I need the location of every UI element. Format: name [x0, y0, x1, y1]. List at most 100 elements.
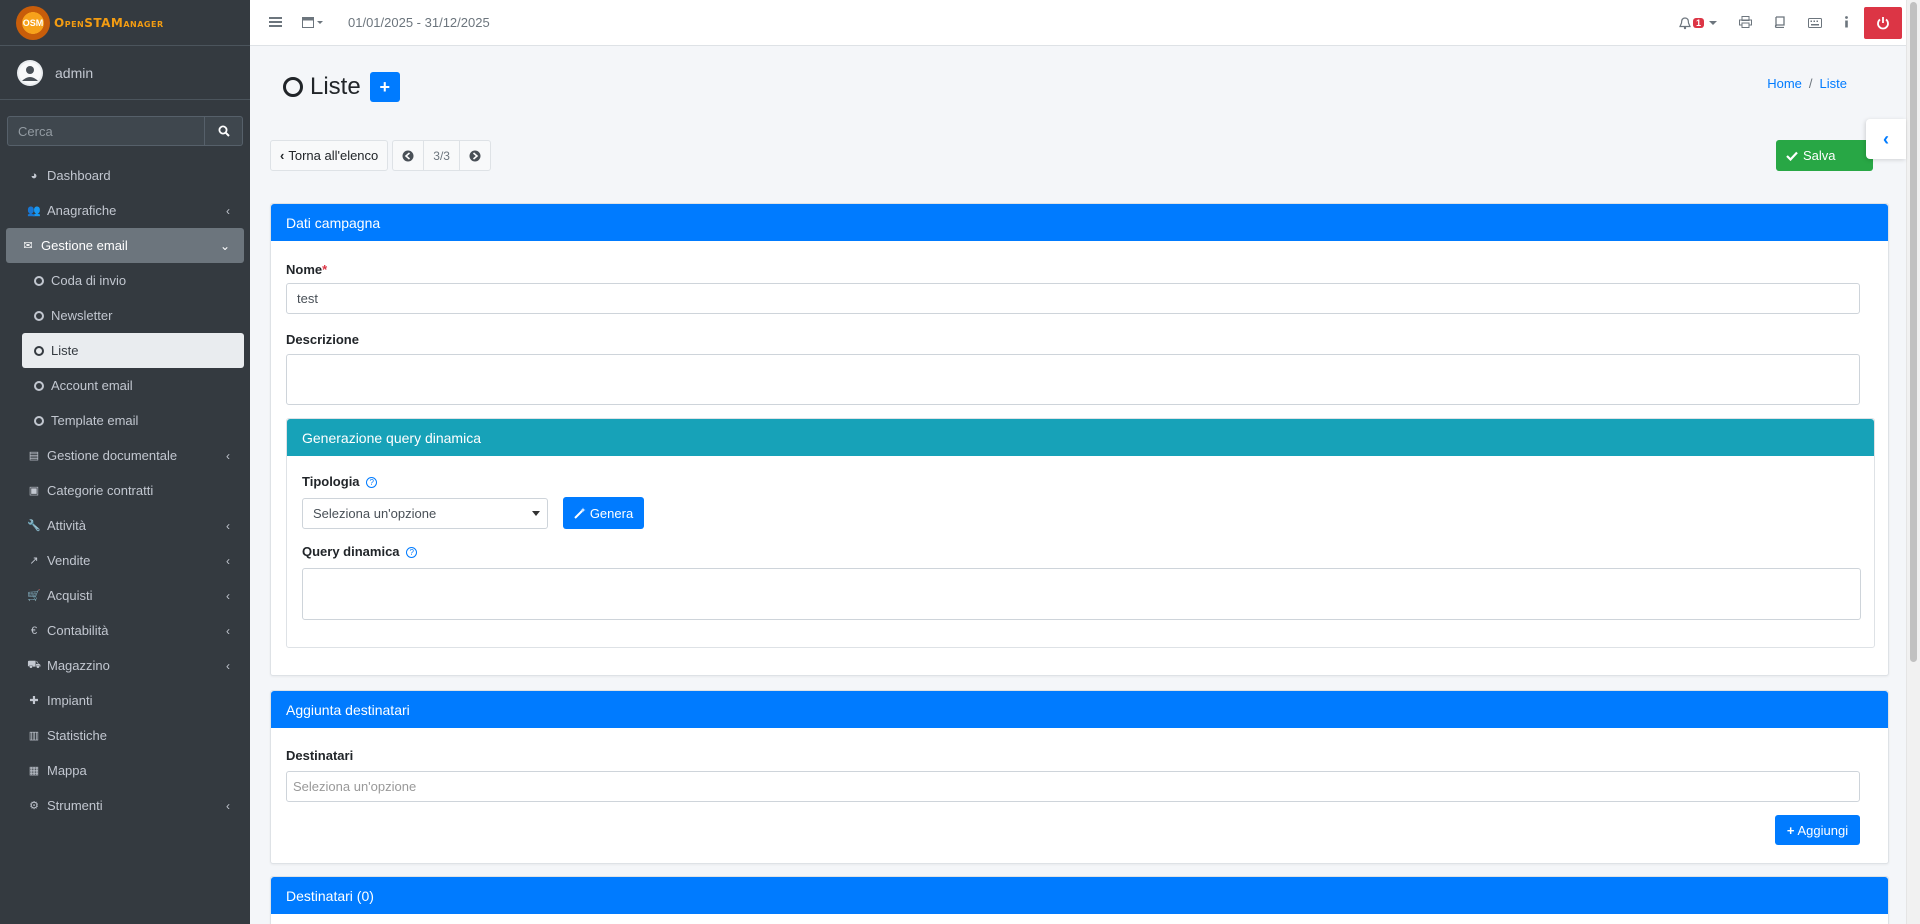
sidebar-item-newsletter[interactable]: Newsletter	[22, 298, 244, 333]
brand-name: OpenSTAManager	[54, 15, 164, 30]
chart-line-icon: ↗	[29, 555, 39, 567]
destinatari-select[interactable]: Seleziona un'opzione	[286, 771, 1860, 802]
sidebar-item-liste[interactable]: Liste	[22, 333, 244, 368]
card-header-destinatari-list: Destinatari (0)	[271, 877, 1888, 914]
avatar	[17, 59, 43, 86]
chevron-left-icon: ‹	[226, 448, 230, 463]
next-record-button[interactable]	[458, 140, 491, 171]
chevron-left-icon: ‹	[226, 203, 230, 218]
nome-field[interactable]: test	[286, 283, 1860, 314]
sidebar-item-vendite[interactable]: ↗ Vendite ‹	[6, 543, 244, 578]
page-scrollbar[interactable]	[1906, 0, 1920, 924]
sidebar-search	[7, 116, 243, 146]
card-query-dinamica: Generazione query dinamica Tipologia ? S…	[286, 418, 1875, 648]
save-button[interactable]: Salva	[1776, 140, 1873, 171]
circle-icon	[34, 380, 44, 391]
help-icon[interactable]: ?	[406, 547, 418, 559]
record-toolbar: ‹ Torna all'elenco 3/3	[270, 140, 491, 171]
card-destinatari-list: Destinatari (0)	[270, 876, 1889, 924]
circle-icon	[34, 275, 44, 286]
tipologia-select[interactable]: Seleziona un'opzione	[302, 498, 548, 529]
book-icon[interactable]	[1774, 15, 1786, 31]
sidebar-item-statistiche[interactable]: ▥ Statistiche	[6, 718, 244, 753]
previous-record-button[interactable]	[392, 140, 424, 171]
sidebar: OSM OpenSTAManager admin ◕Dashboard 👥Ana…	[0, 0, 250, 924]
scrollbar-thumb[interactable]	[1910, 2, 1917, 662]
help-icon[interactable]: ?	[366, 477, 378, 489]
card-header-query-dinamica: Generazione query dinamica	[287, 419, 1874, 456]
keyboard-icon[interactable]	[1808, 16, 1822, 31]
breadcrumb: Home / Liste	[1767, 76, 1847, 91]
chevron-left-icon: ‹	[226, 518, 230, 533]
notifications-badge: 1	[1692, 18, 1704, 28]
chevron-left-icon: ‹	[226, 658, 230, 673]
wrench-icon: 🔧	[27, 520, 41, 532]
aggiungi-button[interactable]: + Aggiungi	[1775, 815, 1860, 845]
genera-button[interactable]: Genera	[563, 497, 644, 529]
circle-icon	[283, 77, 303, 97]
caret-down-icon	[1709, 21, 1717, 25]
card-dati-campagna: Dati campagna Nome* test Descrizione Gen…	[270, 203, 1889, 676]
hamburger-menu-icon[interactable]	[269, 15, 282, 31]
breadcrumb-current[interactable]: Liste	[1820, 76, 1847, 91]
notifications-button[interactable]: 1	[1679, 16, 1717, 30]
calendar-dropdown-icon[interactable]	[302, 15, 324, 31]
sidebar-item-account-email[interactable]: Account email	[22, 368, 244, 403]
chevron-left-icon: ‹	[1883, 128, 1889, 149]
card-header-dati-campagna: Dati campagna	[271, 204, 1888, 241]
logo-gear-icon: OSM	[16, 5, 50, 40]
chevron-down-icon: ⌄	[219, 238, 230, 253]
sidebar-item-dashboard[interactable]: ◕ Dashboard	[6, 158, 244, 193]
circle-icon	[34, 310, 44, 321]
arrow-circle-left-icon	[402, 150, 414, 161]
power-icon	[1877, 17, 1889, 30]
check-icon	[1786, 151, 1798, 161]
sidebar-search-button[interactable]	[205, 116, 243, 146]
cog-icon: ⚙	[29, 800, 39, 812]
sidebar-item-template-email[interactable]: Template email	[22, 403, 244, 438]
cart-icon: 🛒	[27, 590, 41, 602]
sidebar-item-gestione-email[interactable]: ✉ Gestione email ⌄	[6, 228, 244, 263]
plus-icon: +	[1786, 822, 1795, 838]
sidebar-item-mappa[interactable]: ▦ Mappa	[6, 753, 244, 788]
user-panel[interactable]: admin	[0, 46, 250, 100]
sidebar-item-strumenti[interactable]: ⚙ Strumenti ‹	[6, 788, 244, 823]
dashboard-icon: ◕	[30, 169, 38, 182]
sidebar-item-impianti[interactable]: ✚ Impianti	[6, 683, 244, 718]
file-icon: ▤	[28, 450, 40, 462]
destinatari-label: Destinatari	[286, 748, 354, 763]
sidebar-item-contabilita[interactable]: € Contabilità ‹	[6, 613, 244, 648]
query-dinamica-label: Query dinamica ?	[302, 544, 418, 559]
top-right-toolbar: 1	[1668, 0, 1906, 46]
sidebar-item-attivita[interactable]: 🔧 Attività ‹	[6, 508, 244, 543]
sidebar-item-acquisti[interactable]: 🛒 Acquisti ‹	[6, 578, 244, 613]
page-title-text: Liste	[310, 73, 361, 100]
sidebar-search-input[interactable]	[7, 116, 205, 146]
breadcrumb-home[interactable]: Home	[1767, 76, 1802, 91]
card-aggiunta-destinatari: Aggiunta destinatari Destinatari Selezio…	[270, 690, 1889, 864]
bell-icon	[1679, 16, 1691, 29]
logout-button[interactable]	[1864, 7, 1902, 39]
sidebar-item-categorie-contratti[interactable]: ▣ Categorie contratti	[6, 473, 244, 508]
back-to-list-button[interactable]: ‹ Torna all'elenco	[270, 140, 389, 171]
print-icon[interactable]	[1739, 15, 1752, 31]
side-panel-toggle[interactable]: ‹	[1866, 119, 1906, 159]
sidebar-item-coda-di-invio[interactable]: Coda di invio	[22, 263, 244, 298]
chevron-left-icon: ‹	[280, 148, 285, 163]
map-icon: ▦	[28, 765, 40, 777]
brand[interactable]: OSM OpenSTAManager	[0, 0, 250, 46]
date-range[interactable]: 01/01/2025 - 31/12/2025	[348, 15, 490, 30]
query-dinamica-field[interactable]	[302, 568, 1861, 620]
info-icon[interactable]	[1844, 15, 1849, 31]
envelope-icon: ✉	[23, 240, 33, 252]
sidebar-nav: ◕ Dashboard 👥 Anagrafiche ‹ ✉ Gestione email…	[0, 158, 250, 823]
chevron-left-icon: ‹	[226, 588, 230, 603]
descrizione-field[interactable]	[286, 354, 1860, 405]
sidebar-item-gestione-documentale[interactable]: ▤ Gestione documentale ‹	[6, 438, 244, 473]
page-title: Liste +	[283, 72, 400, 102]
breadcrumb-separator: /	[1808, 76, 1813, 91]
add-button[interactable]: +	[369, 72, 400, 102]
sidebar-item-anagrafiche[interactable]: 👥 Anagrafiche ‹	[6, 193, 244, 228]
sidebar-item-magazzino[interactable]: ⛟ Magazzino ‹	[6, 648, 244, 683]
required-marker: *	[322, 262, 328, 277]
